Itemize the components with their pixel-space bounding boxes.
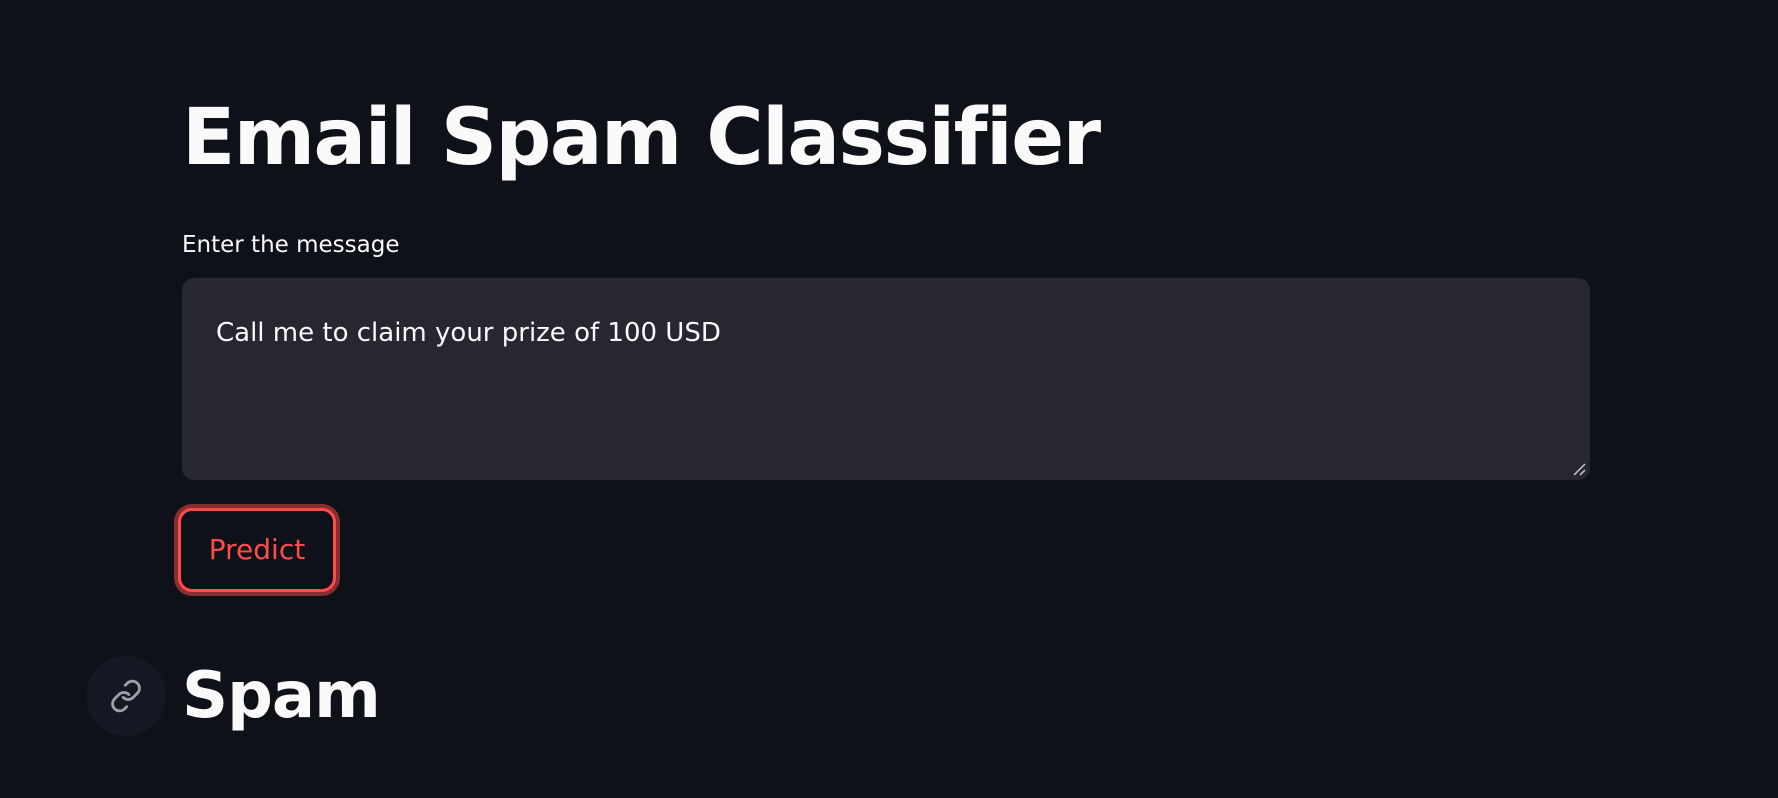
result-heading: Spam xyxy=(182,659,381,733)
resize-handle-icon[interactable] xyxy=(1572,462,1586,476)
link-icon xyxy=(111,679,141,713)
predict-button[interactable]: Predict xyxy=(178,508,336,592)
heading-anchor-link[interactable] xyxy=(86,656,166,736)
app-container: Email Spam Classifier Enter the message … xyxy=(0,0,1778,798)
message-input-container: Call me to claim your prize of 100 USD xyxy=(182,278,1590,480)
message-input[interactable]: Call me to claim your prize of 100 USD xyxy=(182,278,1590,480)
message-label: Enter the message xyxy=(182,232,400,258)
page-title: Email Spam Classifier xyxy=(182,93,1101,183)
